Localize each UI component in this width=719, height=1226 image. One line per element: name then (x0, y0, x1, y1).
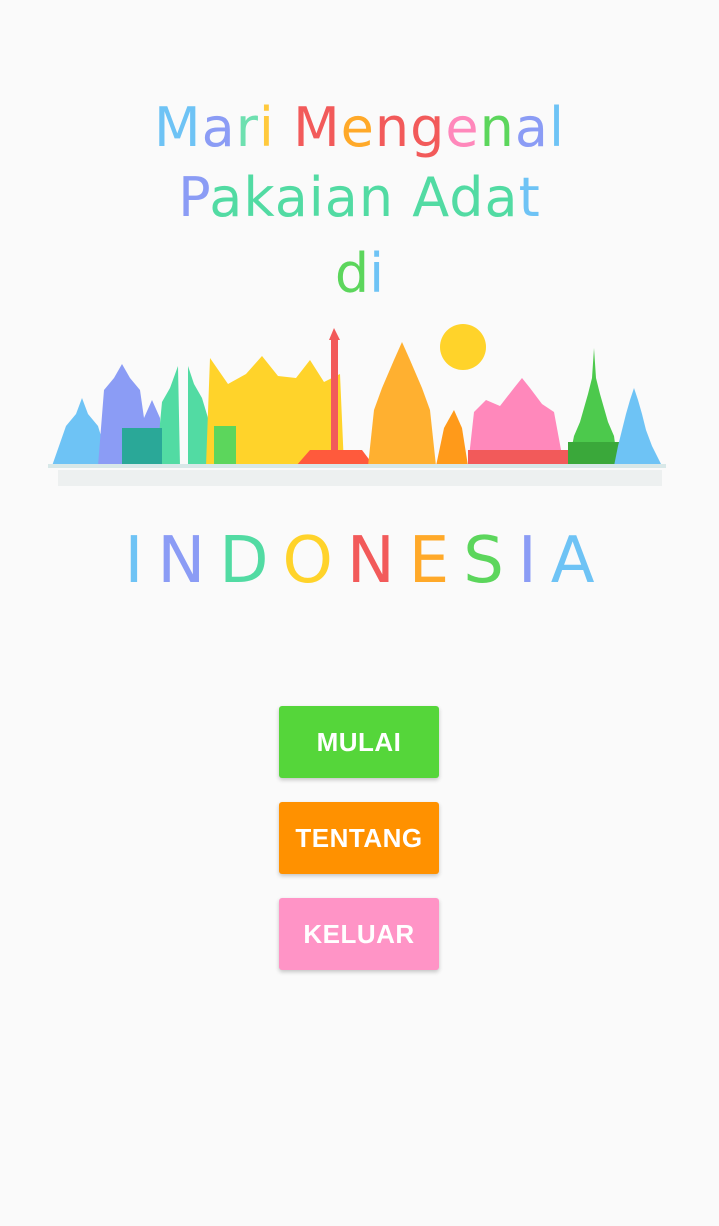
about-button[interactable]: TENTANG (279, 802, 439, 874)
monas-icon (331, 340, 338, 458)
letter: r (235, 96, 259, 159)
indonesia-skyline-illustration (48, 324, 666, 486)
letter: N (346, 524, 409, 598)
letter: P (178, 166, 210, 229)
letter: e (445, 96, 480, 159)
letter: a (201, 96, 236, 159)
letter: d (334, 242, 370, 305)
letter: l (548, 96, 565, 159)
main-menu-screen: Mari Mengenal Pakaian Adat di INDONESIA … (0, 0, 719, 1226)
start-button[interactable]: MULAI (279, 706, 439, 778)
letter: g (410, 96, 446, 159)
letter: S (463, 524, 518, 598)
split-gate-icon (156, 366, 214, 466)
title-line-3: di (0, 244, 719, 304)
letter (275, 96, 293, 159)
letter: O (282, 524, 347, 598)
letter: n (479, 96, 515, 159)
exit-button[interactable]: KELUAR (279, 898, 439, 970)
pura-tower-icon (614, 388, 662, 466)
title-line-2: Pakaian Adat (0, 168, 719, 228)
letter: I (517, 524, 551, 598)
letter: M (293, 96, 341, 159)
letter: A (550, 524, 609, 598)
letter: akaian Ada (209, 166, 519, 229)
letter: t (518, 166, 541, 229)
letter: M (154, 96, 202, 159)
letter: N (157, 524, 220, 598)
indonesia-wordmark: INDONESIA (0, 526, 719, 596)
letter: I (124, 524, 158, 598)
letter: e (340, 96, 375, 159)
letter: a (514, 96, 549, 159)
sun-icon (440, 324, 486, 370)
letter: E (408, 524, 464, 598)
letter: D (219, 524, 283, 598)
prambanan-icon (368, 342, 436, 466)
letter: i (369, 242, 385, 305)
letter: i (258, 96, 275, 159)
letter: n (374, 96, 411, 159)
title-line-1: Mari Mengenal (0, 98, 719, 158)
